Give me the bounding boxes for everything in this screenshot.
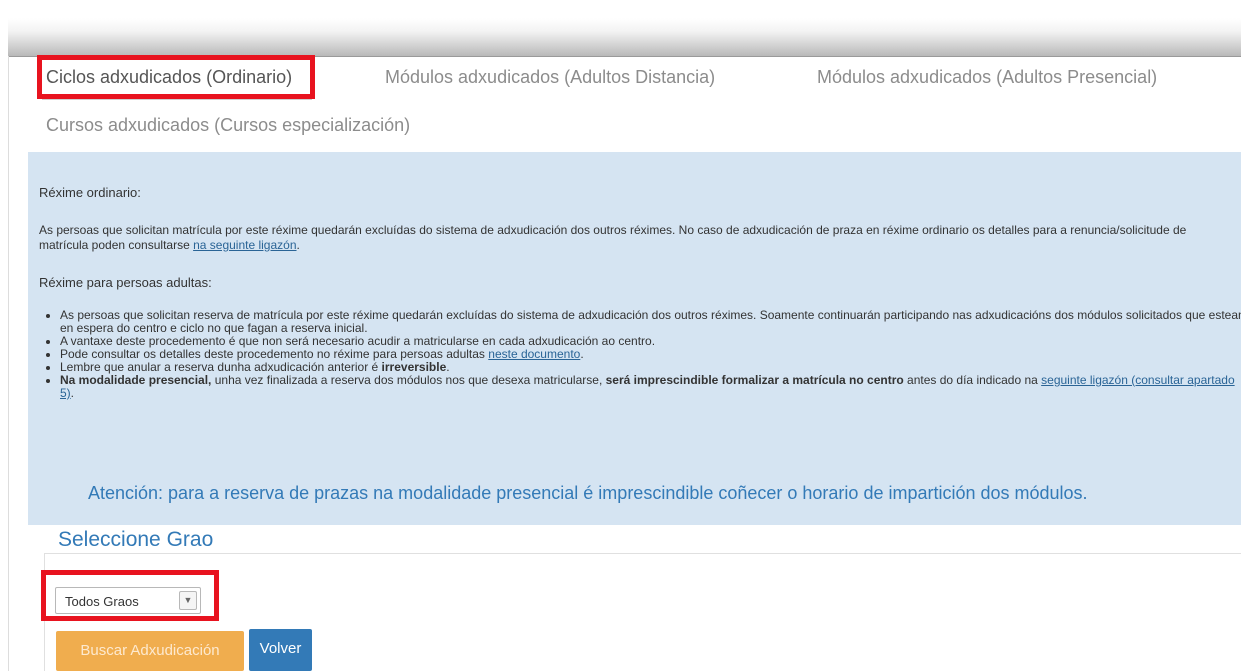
bullet-presencial-text-1: unha vez finalizada a reserva dos módulo…	[211, 373, 606, 387]
page: Ciclos adxudicados (Ordinario) Módulos a…	[0, 0, 1241, 671]
highlight-box-tab	[37, 55, 315, 99]
bullet-detalles-text: Pode consultar os detalles deste procede…	[60, 347, 489, 361]
back-button[interactable]: Volver	[249, 629, 312, 671]
heading-ordinario: Réxime ordinario:	[39, 185, 141, 200]
bullet-presencial: Na modalidade presencial, unha vez final…	[60, 374, 1241, 400]
paragraph-ordinario: As persoas que solicitan matrícula por e…	[39, 223, 1234, 253]
tab-adultos-distancia[interactable]: Módulos adxudicados (Adultos Distancia)	[385, 67, 715, 88]
adultas-bullet-list: As persoas que solicitan reserva de matr…	[46, 309, 1241, 400]
page-left-edge	[8, 56, 9, 671]
ordinario-text-end: .	[296, 238, 300, 252]
active-tab-underline	[42, 99, 312, 100]
heading-adultas: Réxime para persoas adultas:	[39, 275, 212, 290]
info-panel: Réxime ordinario: As persoas que solicit…	[28, 152, 1241, 525]
tab-cursos-especializacion[interactable]: Cursos adxudicados (Cursos especializaci…	[46, 115, 410, 136]
attention-notice: Atención: para a reserva de prazas na mo…	[88, 483, 1088, 503]
search-adxudicacion-button[interactable]: Buscar Adxudicación	[56, 631, 244, 671]
top-shadow-bar	[8, 18, 1241, 57]
bullet-irreversible-text: Lembre que anular a reserva dunha adxudi…	[60, 360, 382, 374]
grao-legend: Seleccione Grao	[55, 528, 217, 552]
bullet-presencial-bold-1: Na modalidade presencial,	[60, 373, 212, 387]
bullet-irreversible-end: .	[446, 360, 450, 374]
document-link[interactable]: neste documento	[488, 347, 580, 361]
bullet-detalles-end: .	[580, 347, 584, 361]
bullet-presencial-end: .	[70, 386, 75, 400]
tab-adultos-presencial[interactable]: Módulos adxudicados (Adultos Presencial)	[817, 67, 1157, 88]
bullet-presencial-text-2: antes do día indicado na	[903, 373, 1042, 387]
bullet-presencial-bold-2: será imprescindible formalizar a matrícu…	[605, 373, 904, 387]
fieldset-border-top	[44, 553, 1241, 554]
highlight-box-select	[41, 570, 219, 621]
bullet-exclusion: As persoas que solicitan reserva de matr…	[60, 309, 1241, 335]
ordinario-link[interactable]: na seguinte ligazón	[193, 238, 296, 252]
bullet-irreversible-bold: irreversible	[381, 360, 447, 374]
